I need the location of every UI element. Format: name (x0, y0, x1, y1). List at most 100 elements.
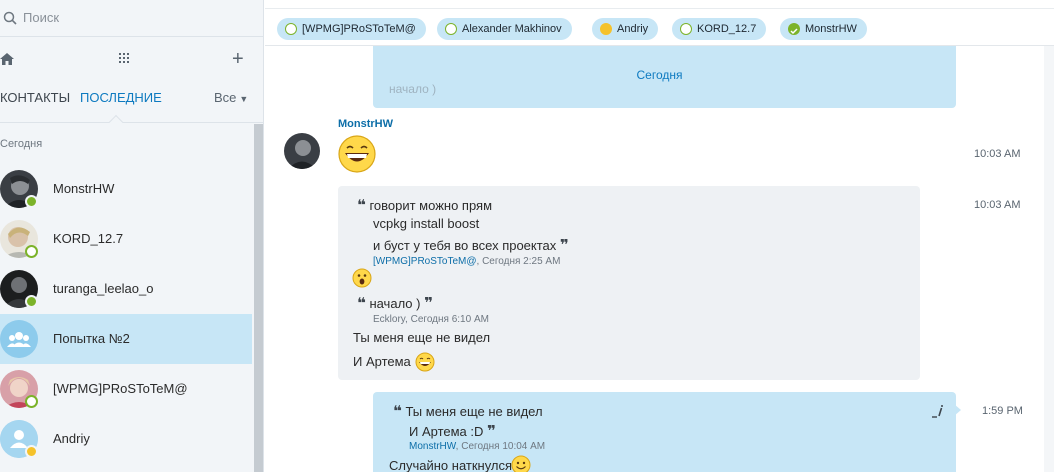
quote-text: говорит можно прям (369, 198, 493, 213)
open-quote-icon: ❝ (357, 197, 366, 214)
status-online-icon (788, 23, 800, 35)
contact-name: MonstrHW (53, 181, 115, 196)
edit-icon[interactable] (931, 404, 945, 418)
contact-item-andriy[interactable]: Andriy (0, 414, 252, 464)
chat-scrollbar[interactable] (1044, 46, 1054, 472)
quote-author[interactable]: Ecklory (373, 314, 405, 325)
quote-author[interactable]: [WPMG]PRoSToTeM@ (373, 256, 477, 267)
open-quote-icon: ❝ (393, 403, 402, 420)
previous-message-text: начало ) (389, 82, 437, 96)
surprised-emoji-icon (352, 268, 372, 288)
quote-line: ❝ начало ) ❞ (357, 294, 433, 312)
quote-line: ❝ говорит можно прям (357, 196, 492, 214)
message-time: 10:03 AM (974, 199, 1021, 211)
contact-item-group-active[interactable]: Попытка №2 (0, 314, 252, 364)
quote-line: и буст у тебя во всех проектах ❞ (373, 236, 569, 254)
divider (265, 8, 1054, 9)
participant-pill[interactable]: Andriy (592, 18, 659, 40)
active-tab-indicator (108, 114, 124, 130)
search-box[interactable]: Поиск (0, 0, 263, 36)
participant-name: [WPMG]PRoSToTeM@ (302, 23, 416, 35)
sidebar-tabs: КОНТАКТЫ ПОСЛЕДНИЕ Все ▼ (0, 90, 263, 112)
divider (0, 122, 263, 123)
participant-pill[interactable]: KORD_12.7 (672, 18, 767, 40)
contact-item-kord[interactable]: KORD_12.7 (0, 214, 252, 264)
message-text: Ты меня еще не видел (353, 330, 491, 345)
avatar (0, 320, 38, 358)
group-icon (0, 320, 38, 358)
filter-dropdown[interactable]: Все ▼ (214, 90, 248, 105)
chat-pane: [WPMG]PRoSToTeM@ Alexander Makhinov Andr… (265, 0, 1054, 472)
message-time: 1:59 PM (982, 405, 1023, 417)
close-quote-icon: ❞ (424, 295, 433, 312)
quote-text: И Артема :D (409, 424, 484, 439)
dialpad-icon[interactable] (118, 53, 130, 65)
status-away-icon (600, 23, 612, 35)
message-text: И Артема (353, 354, 411, 369)
quote-meta: Ecklory, Сегодня 6:10 AM (373, 314, 489, 325)
contact-item-wpmg[interactable]: [WPMG]PRoSToTeM@ (0, 364, 252, 414)
participant-name: Alexander Makhinov (462, 23, 562, 35)
close-quote-icon: ❞ (487, 423, 496, 440)
quote-author[interactable]: MonstrHW (409, 441, 456, 452)
quote-text: начало ) (369, 296, 421, 311)
contact-name: [WPMG]PRoSToTeM@ (53, 381, 188, 396)
contact-item-turanga[interactable]: turanga_leelao_o (0, 264, 252, 314)
sidebar: Поиск + КОНТАКТЫ ПОСЛЕДНИЕ Все▼ Сегодня (0, 0, 264, 472)
close-quote-icon: ❞ (559, 237, 569, 254)
status-online-icon (25, 195, 38, 208)
contact-name: Andriy (53, 431, 90, 446)
participant-pill[interactable]: [WPMG]PRoSToTeM@ (277, 18, 426, 40)
open-quote-icon: ❝ (357, 295, 366, 312)
date-separator: Сегодня (636, 68, 683, 82)
participant-name: MonstrHW (805, 23, 857, 35)
quote-meta: [WPMG]PRoSToTeM@, Сегодня 2:25 AM (373, 256, 560, 267)
sidebar-scrollbar[interactable] (254, 124, 263, 472)
status-idle-icon (25, 245, 38, 258)
check-icon (790, 28, 798, 35)
filter-label: Все (214, 90, 237, 105)
contact-name: Попытка №2 (53, 331, 130, 346)
quote-time: , Сегодня 6:10 AM (405, 314, 489, 325)
smile-emoji-icon (511, 455, 531, 472)
home-icon[interactable] (0, 52, 14, 66)
participant-name: KORD_12.7 (697, 23, 757, 35)
status-idle-icon (285, 23, 297, 35)
message-text-part: И Артема (353, 354, 411, 369)
tab-contacts[interactable]: КОНТАКТЫ (0, 90, 70, 105)
sender-avatar[interactable] (284, 133, 320, 169)
participant-pill[interactable]: Alexander Makhinov (437, 18, 572, 40)
tab-recent[interactable]: ПОСЛЕДНИЕ (80, 90, 162, 105)
quote-line: И Артема :D ❞ (409, 422, 496, 440)
participant-pill[interactable]: MonstrHW (780, 18, 867, 40)
laughing-emoji-icon (338, 135, 376, 173)
status-away-icon (25, 445, 38, 458)
quote-text: и буст у тебя во всех проектах (373, 238, 557, 253)
quote-line: ❝ Ты меня еще не видел (393, 402, 543, 420)
participants-bar: [WPMG]PRoSToTeM@ Alexander Makhinov Andr… (265, 0, 1054, 46)
section-label: Сегодня (0, 138, 43, 150)
participant-name: Andriy (617, 23, 649, 35)
search-icon (3, 11, 17, 25)
contact-name: turanga_leelao_o (53, 281, 154, 296)
search-placeholder: Поиск (23, 10, 60, 25)
message-time: 10:03 AM (974, 148, 1021, 160)
status-idle-icon (445, 23, 457, 35)
sidebar-toolbar: + (0, 45, 263, 75)
quote-text: Ты меня еще не видел (405, 404, 543, 419)
quote-time: , Сегодня 2:25 AM (476, 256, 561, 267)
message-sender[interactable]: MonstrHW (338, 118, 393, 130)
status-idle-icon (25, 395, 38, 408)
bubble-tail (954, 404, 961, 416)
chevron-down-icon: ▼ (239, 94, 249, 104)
contact-item-monstrhw[interactable]: MonstrHW (0, 164, 252, 214)
status-online-icon (25, 295, 38, 308)
quote-meta: MonstrHW, Сегодня 10:04 AM (409, 441, 545, 452)
laughing-emoji-icon (415, 352, 435, 372)
contact-name: KORD_12.7 (53, 231, 124, 246)
divider (0, 36, 263, 37)
add-icon[interactable]: + (232, 49, 244, 69)
avatar-photo (284, 133, 320, 169)
message-text: Случайно наткнулся (389, 458, 513, 472)
quote-time: , Сегодня 10:04 AM (455, 441, 546, 452)
